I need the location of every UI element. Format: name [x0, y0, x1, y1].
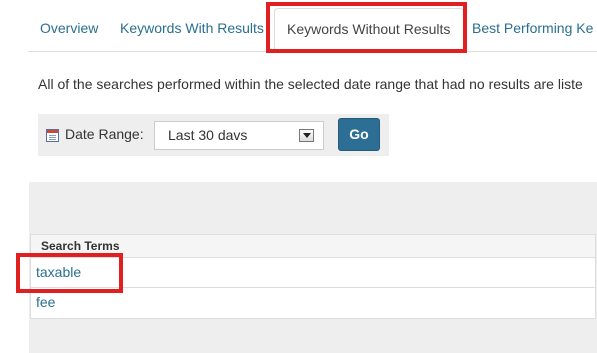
date-range-label: Date Range: [65, 126, 144, 142]
search-terms-header: Search Terms [31, 235, 595, 258]
search-terms-table: Search Terms taxable fee [30, 234, 596, 319]
calendar-icon [46, 129, 59, 142]
date-range-value: Last 30 davs [168, 127, 248, 143]
report-tabs: Overview Keywords With Results Keywords … [28, 0, 597, 52]
report-description: All of the searches performed within the… [38, 76, 583, 92]
search-term-link[interactable]: fee [36, 294, 55, 310]
table-row: fee [31, 288, 595, 318]
results-panel: Search Terms taxable fee [29, 182, 597, 353]
search-term-link[interactable]: taxable [36, 264, 81, 280]
table-row: taxable [31, 258, 595, 288]
tab-best-performing[interactable]: Best Performing Ke [472, 8, 593, 52]
go-button[interactable]: Go [338, 118, 380, 151]
tab-overview[interactable]: Overview [40, 8, 98, 52]
tab-keywords-without-results[interactable]: Keywords Without Results [274, 8, 464, 52]
date-range-bar: Date Range: Last 30 davs Go [38, 114, 389, 156]
date-range-select[interactable]: Last 30 davs [154, 121, 324, 150]
tab-keywords-with-results[interactable]: Keywords With Results [120, 8, 264, 52]
chevron-down-icon[interactable] [299, 129, 314, 142]
